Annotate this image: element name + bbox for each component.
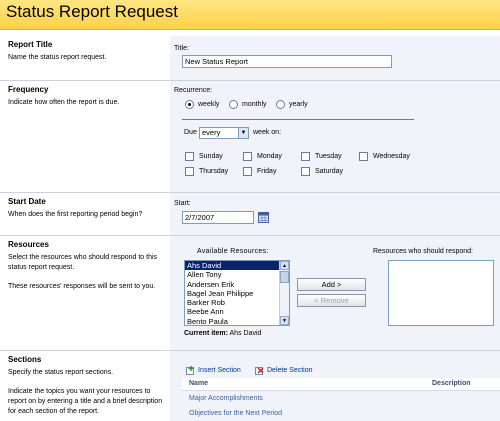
radio-yearly-label: yearly	[289, 101, 308, 108]
column-description[interactable]: Description	[432, 380, 471, 387]
recurrence-divider	[182, 119, 414, 120]
checkbox-friday-label: Friday	[257, 168, 277, 175]
checkbox-icon	[301, 167, 310, 176]
sections-grid-header: Name Description	[182, 378, 500, 391]
page-header: Status Report Request	[0, 0, 500, 30]
delete-icon	[255, 367, 264, 375]
checkbox-icon	[185, 152, 194, 161]
checkbox-monday-label: Monday	[257, 153, 282, 160]
sections-note: Indicate the topics you want your resour…	[8, 388, 163, 415]
delete-section-label: Delete Section	[267, 367, 313, 374]
checkbox-thursday-label: Thursday	[199, 168, 229, 175]
title-field-label: Title:	[174, 45, 189, 52]
radio-yearly[interactable]: yearly	[276, 100, 308, 109]
start-date-input[interactable]: 2/7/2007	[182, 211, 254, 224]
current-item: Current item: Ahs David	[184, 330, 261, 337]
report-title-heading: Report Title	[8, 40, 53, 49]
respond-resources-label: Resources who should respond:	[373, 248, 474, 255]
list-item[interactable]: Andersen Erik	[185, 280, 289, 289]
checkbox-tuesday-label: Tuesday	[315, 153, 342, 160]
sections-description: Specify the status report sections.	[8, 369, 114, 376]
radio-monthly-label: monthly	[242, 101, 267, 108]
checkbox-icon	[243, 167, 252, 176]
report-title-section: Report Title Name the status report requ…	[0, 36, 500, 80]
chevron-down-icon: ▼	[238, 128, 248, 138]
checkbox-tuesday[interactable]: Tuesday	[301, 152, 342, 161]
table-row[interactable]: Major Accomplishments	[189, 395, 263, 402]
delete-section-button[interactable]: Delete Section	[255, 366, 313, 375]
insert-icon	[186, 366, 194, 375]
radio-selected-icon	[185, 100, 194, 109]
frequency-heading: Frequency	[8, 85, 49, 94]
week-on-label: week on:	[253, 129, 282, 136]
start-date-heading: Start Date	[8, 197, 46, 206]
current-item-label: Current item:	[184, 330, 228, 337]
checkbox-sunday[interactable]: Sunday	[185, 152, 223, 161]
frequency-section: Frequency Indicate how often the report …	[0, 81, 500, 192]
start-date-description: When does the first reporting period beg…	[8, 211, 143, 218]
frequency-description: Indicate how often the report is due.	[8, 99, 120, 106]
column-name[interactable]: Name	[189, 380, 208, 387]
checkbox-friday[interactable]: Friday	[243, 167, 276, 176]
radio-weekly-label: weekly	[198, 101, 220, 108]
checkbox-icon	[359, 152, 368, 161]
due-select-value: every	[202, 128, 221, 137]
start-date-section: Start Date When does the first reporting…	[0, 193, 500, 235]
checkbox-icon	[301, 152, 310, 161]
report-title-description: Name the status report request.	[8, 54, 107, 61]
checkbox-saturday[interactable]: Saturday	[301, 167, 343, 176]
calendar-icon[interactable]	[258, 212, 269, 223]
resources-section: Resources Select the resources who shoul…	[0, 236, 500, 350]
radio-icon	[276, 100, 285, 109]
list-item[interactable]: Bento Paula	[185, 317, 289, 325]
checkbox-thursday[interactable]: Thursday	[185, 167, 228, 176]
title-input[interactable]: New Status Report	[182, 55, 392, 68]
radio-monthly[interactable]: monthly	[229, 100, 267, 109]
start-field-label: Start:	[174, 200, 191, 207]
resources-note: These resources' responses will be sent …	[8, 283, 156, 290]
list-item[interactable]: Bagel Jean Philippe	[185, 289, 289, 298]
due-select[interactable]: every ▼	[199, 127, 249, 139]
list-item[interactable]: Beebe Ann	[185, 307, 289, 316]
checkbox-sunday-label: Sunday	[199, 153, 223, 160]
checkbox-wednesday-label: Wednesday	[373, 153, 410, 160]
available-resources-label: Available Resources:	[197, 248, 269, 255]
page-title: Status Report Request	[6, 2, 178, 21]
sections-heading: Sections	[8, 355, 42, 364]
respond-resources-list[interactable]	[388, 260, 494, 326]
scrollbar-thumb[interactable]	[280, 271, 289, 283]
recurrence-label: Recurrence:	[174, 87, 213, 94]
insert-section-button[interactable]: Insert Section	[186, 366, 241, 375]
scrollbar[interactable]: ▲ ▼	[279, 261, 289, 325]
insert-section-label: Insert Section	[198, 367, 241, 374]
radio-icon	[229, 100, 238, 109]
resources-heading: Resources	[8, 240, 49, 249]
scroll-up-icon[interactable]: ▲	[280, 261, 289, 270]
available-resources-list[interactable]: Ahs David Allen Tony Andersen Erik Bagel…	[184, 260, 290, 326]
checkbox-wednesday[interactable]: Wednesday	[359, 152, 410, 161]
checkbox-monday[interactable]: Monday	[243, 152, 282, 161]
radio-weekly[interactable]: weekly	[185, 100, 219, 109]
current-item-value: Ahs David	[229, 330, 262, 337]
list-item[interactable]: Allen Tony	[185, 270, 289, 279]
resources-description: Select the resources who should respond …	[8, 254, 158, 271]
add-button[interactable]: Add >	[297, 278, 366, 291]
scroll-down-icon[interactable]: ▼	[280, 316, 289, 325]
remove-button[interactable]: < Remove	[297, 294, 366, 307]
checkbox-saturday-label: Saturday	[315, 168, 344, 175]
list-item[interactable]: Barker Rob	[185, 298, 289, 307]
checkbox-icon	[185, 167, 194, 176]
due-label: Due	[184, 129, 197, 136]
list-item[interactable]: Ahs David	[185, 261, 289, 271]
checkbox-icon	[243, 152, 252, 161]
table-row[interactable]: Objectives for the Next Period	[189, 410, 282, 417]
